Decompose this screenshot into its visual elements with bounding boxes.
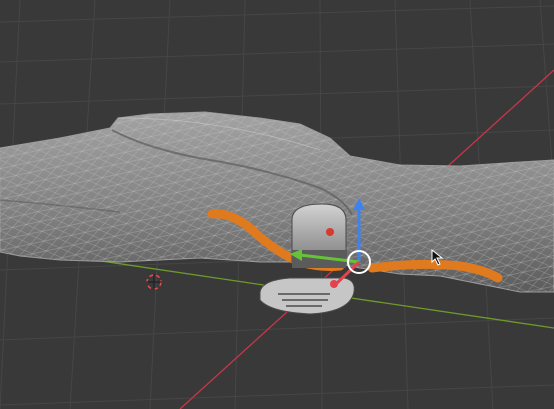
object-origin-dot [326, 228, 334, 236]
3d-viewport[interactable] [0, 0, 554, 409]
viewport-canvas[interactable] [0, 0, 554, 409]
3d-cursor-icon[interactable] [146, 274, 162, 290]
